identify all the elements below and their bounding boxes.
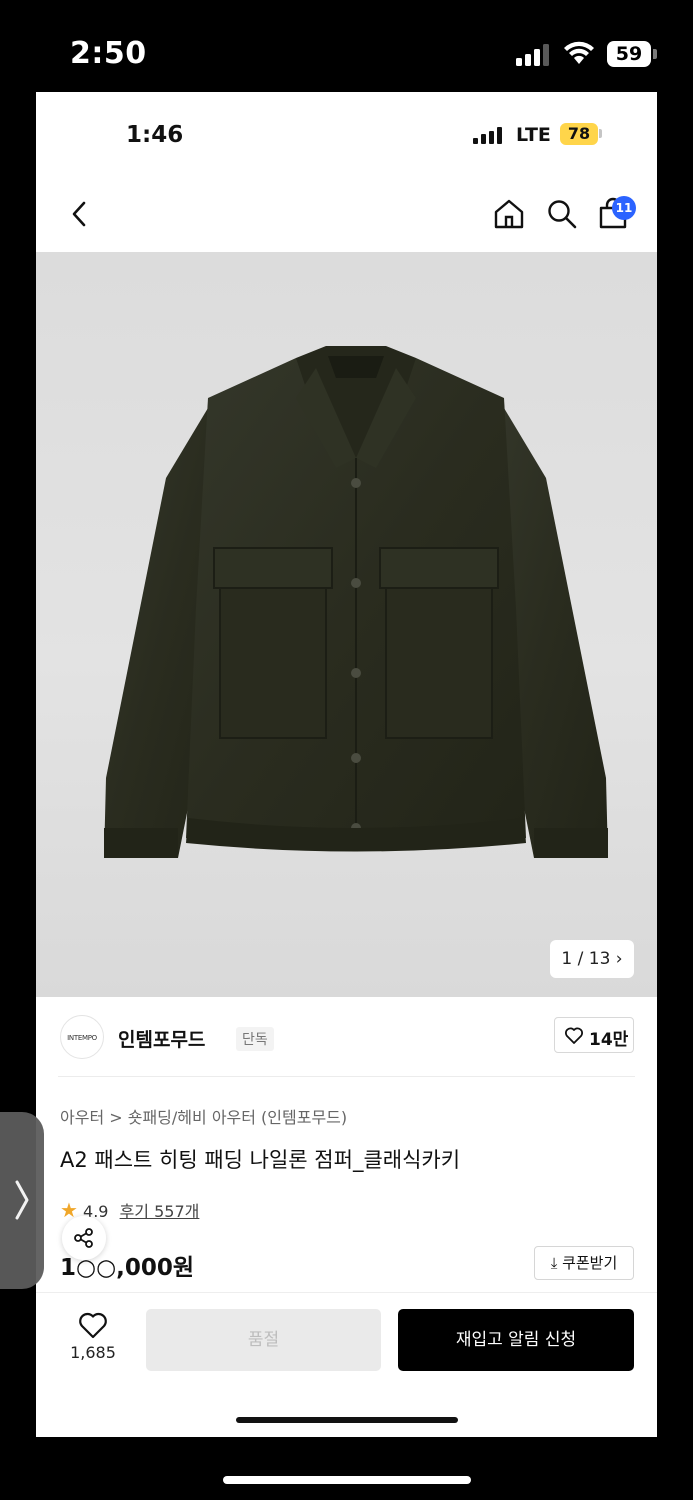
app-screenshot: 1:46 LTE 78 11 1 / 13 › INTEMPO 인템포무드 단독…: [36, 92, 657, 1437]
cart-count-badge: 11: [612, 196, 636, 220]
inner-status-bar: 1:46 LTE 78: [36, 92, 657, 182]
image-counter[interactable]: 1 / 13 ›: [550, 940, 634, 978]
home-indicator[interactable]: [223, 1476, 471, 1484]
product-title: A2 패스트 히팅 패딩 나일론 점퍼_클래식카키: [60, 1148, 461, 1172]
coupon-button[interactable]: ⤓ 쿠폰받기: [534, 1246, 634, 1280]
network-type: LTE: [516, 124, 551, 146]
battery-indicator: 59: [607, 41, 651, 67]
brand-logo[interactable]: INTEMPO: [60, 1015, 104, 1059]
wifi-icon: [564, 41, 594, 64]
heart-icon: [565, 1027, 583, 1044]
product-image-gallery[interactable]: 1 / 13 ›: [36, 252, 657, 997]
top-nav: [36, 188, 657, 248]
inner-signal-icon: [473, 127, 503, 144]
sold-out-button: 품절: [146, 1309, 381, 1371]
exclusive-tag: 단독: [236, 1027, 274, 1051]
wishlist-count: 1,685: [70, 1343, 116, 1362]
outer-status-bar: 2:50 59: [0, 0, 693, 92]
brand-name[interactable]: 인템포무드: [118, 1025, 205, 1052]
restock-alert-button[interactable]: 재입고 알림 신청: [398, 1309, 634, 1371]
review-count-link[interactable]: 후기 557개: [120, 1202, 200, 1221]
brand-row: INTEMPO 인템포무드 단독 14만: [58, 997, 635, 1077]
inner-battery-indicator: 78: [560, 123, 598, 145]
side-expand-tab[interactable]: [0, 1112, 44, 1289]
inner-home-indicator: [236, 1417, 458, 1423]
brand-like-button[interactable]: 14만: [554, 1017, 634, 1053]
search-icon[interactable]: [544, 196, 580, 232]
heart-icon: [79, 1312, 107, 1339]
inner-battery-nub: [599, 129, 602, 138]
share-button[interactable]: [62, 1216, 106, 1260]
brand-like-count: 14만: [589, 1030, 629, 1050]
share-icon: [74, 1228, 93, 1248]
category-breadcrumb[interactable]: 아우터 > 숏패딩/헤비 아우터 (인템포무드): [60, 1104, 347, 1128]
back-icon[interactable]: [62, 196, 98, 232]
outer-clock: 2:50: [70, 36, 147, 71]
cellular-signal-icon: [516, 44, 550, 66]
bottom-action-bar: 1,685 품절 재입고 알림 신청: [36, 1292, 657, 1437]
battery-nub: [653, 49, 657, 59]
inner-clock: 1:46: [126, 122, 184, 148]
home-icon[interactable]: [491, 196, 527, 232]
chevron-right-icon: [15, 1180, 29, 1220]
wishlist-button[interactable]: 1,685: [56, 1311, 130, 1373]
jacket-image: [104, 346, 608, 858]
